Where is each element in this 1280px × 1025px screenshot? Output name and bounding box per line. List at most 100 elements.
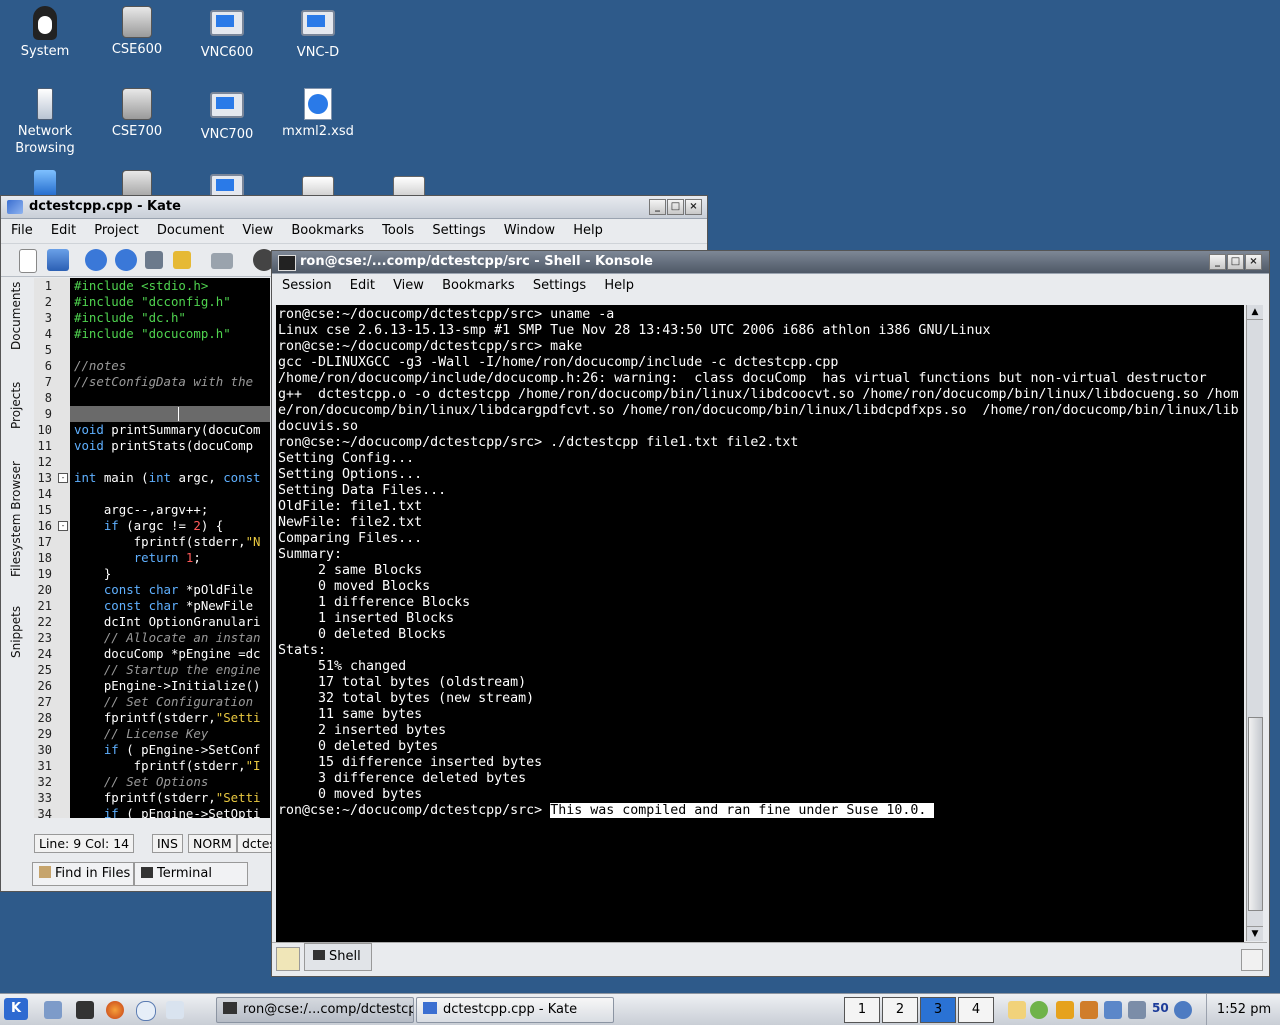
kate-titlebar[interactable]: dctestcpp.cpp - Kate _ □ × [1, 196, 707, 219]
terminal-line: 1 difference Blocks [278, 595, 471, 610]
desktop-icon-system[interactable]: System [0, 6, 90, 60]
new-file-icon[interactable] [19, 249, 37, 273]
minimize-button[interactable]: _ [1209, 254, 1226, 270]
code-line: if ( pEngine->SetOpti [103, 806, 261, 818]
menu-session[interactable]: Session [282, 278, 332, 293]
code-line: //notes [74, 358, 127, 373]
update-icon[interactable] [1174, 1001, 1192, 1019]
scroll-down-arrow-icon[interactable]: ▼ [1247, 926, 1263, 941]
konsole-titlebar[interactable]: ron@cse:/...comp/dctestcpp/src - Shell -… [272, 251, 1269, 274]
menu-help[interactable]: Help [604, 278, 634, 293]
menu-help[interactable]: Help [573, 223, 603, 238]
sidebar-tab-documents[interactable]: Documents [5, 281, 29, 351]
desktop-1-button[interactable]: 1 [844, 997, 880, 1023]
menu-bookmarks[interactable]: Bookmarks [291, 223, 364, 238]
help-icon[interactable] [136, 1001, 156, 1021]
line-number: 25 [37, 663, 52, 677]
tab-find-in-files[interactable]: Find in Files [32, 862, 134, 886]
mail-icon[interactable] [166, 1001, 184, 1019]
menu-view[interactable]: View [393, 278, 424, 293]
line-number: 18 [37, 551, 52, 565]
line-number: 24 [37, 647, 52, 661]
tab-shell[interactable]: Shell [304, 943, 372, 971]
line-number: 4 [44, 327, 52, 341]
korganizer-icon[interactable] [1008, 1001, 1026, 1019]
sidebar-tab-filesystem-browser[interactable]: Filesystem Browser [5, 459, 29, 579]
menu-document[interactable]: Document [157, 223, 224, 238]
hard-drive-icon [122, 6, 152, 38]
tray-number[interactable]: 50 [1152, 1001, 1169, 1015]
scroll-thumb[interactable] [1248, 717, 1263, 911]
save-icon[interactable] [145, 251, 163, 269]
find-icon [39, 866, 51, 878]
new-session-button[interactable] [276, 947, 300, 971]
line-number: 34 [37, 807, 52, 821]
terminal-output[interactable]: ron@cse:~/docucomp/dctestcpp/src> uname … [276, 305, 1244, 943]
desktop-4-button[interactable]: 4 [958, 997, 994, 1023]
sidebar-tab-projects[interactable]: Projects [5, 375, 29, 435]
code-line: #include <stdio.h> [74, 278, 209, 293]
save-as-icon[interactable] [173, 251, 191, 269]
forward-arrow-icon[interactable] [115, 249, 137, 271]
menu-window[interactable]: Window [504, 223, 555, 238]
terminal-line: Summary: [278, 547, 343, 562]
fold-toggle-icon[interactable]: - [58, 521, 68, 531]
open-folder-icon[interactable] [47, 249, 69, 271]
menu-file[interactable]: File [11, 223, 33, 238]
sidebar-tab-snippets[interactable]: Snippets [5, 601, 29, 663]
desktop-icon-cse600[interactable]: CSE600 [92, 6, 182, 58]
menu-edit[interactable]: Edit [350, 278, 375, 293]
maximize-button[interactable]: □ [1227, 254, 1244, 270]
code-editor[interactable]: #include <stdio.h> #include "dcconfig.h" #… [70, 278, 270, 818]
firefox-icon[interactable] [106, 1001, 124, 1019]
clock[interactable]: 1:52 pm [1206, 994, 1280, 1025]
menu-view[interactable]: View [242, 223, 273, 238]
task-konsole[interactable]: ron@cse:/...comp/dctestcpp [216, 997, 414, 1023]
line-number: 27 [37, 695, 52, 709]
desktop-3-button[interactable]: 3 [920, 997, 956, 1023]
selected-text[interactable]: This was compiled and ran fine under Sus… [550, 803, 935, 818]
close-session-button[interactable] [1241, 949, 1263, 971]
desktop-icon-vnc600[interactable]: VNC600 [182, 6, 272, 61]
package-icon[interactable] [1080, 1001, 1098, 1019]
close-button[interactable]: × [1245, 254, 1262, 270]
menu-settings[interactable]: Settings [533, 278, 586, 293]
close-button[interactable]: × [685, 199, 702, 215]
desktop-icon-vnc-d[interactable]: VNC-D [273, 6, 363, 61]
menu-bookmarks[interactable]: Bookmarks [442, 278, 515, 293]
volume-icon[interactable] [1128, 1001, 1146, 1019]
tab-terminal[interactable]: Terminal [134, 862, 248, 886]
k-menu-icon[interactable]: K [4, 998, 28, 1020]
terminal-prompt-line: ron@cse:~/docucomp/dctestcpp/src> This w… [276, 803, 1244, 819]
maximize-button[interactable]: □ [667, 199, 684, 215]
network-settings-icon[interactable] [44, 1001, 62, 1019]
scroll-up-arrow-icon[interactable]: ▲ [1247, 305, 1263, 320]
menu-tools[interactable]: Tools [382, 223, 414, 238]
menu-edit[interactable]: Edit [51, 223, 76, 238]
desktop-2-button[interactable]: 2 [882, 997, 918, 1023]
terminal-launcher-icon[interactable] [76, 1001, 94, 1019]
line-number: 1 [44, 279, 52, 293]
minimize-button[interactable]: _ [649, 199, 666, 215]
code-line: dcInt OptionGranulari [74, 614, 261, 629]
terminal-scrollbar[interactable]: ▲ ▼ [1246, 305, 1263, 941]
menu-settings[interactable]: Settings [432, 223, 485, 238]
network-icon[interactable] [1104, 1001, 1122, 1019]
task-kate[interactable]: dctestcpp.cpp - Kate [416, 997, 614, 1023]
xsd-file-icon [304, 88, 332, 120]
back-arrow-icon[interactable] [85, 249, 107, 271]
desktop-icon-network-browsing[interactable]: Network Browsing [0, 88, 90, 157]
line-number-gutter: 1 2 3 4 5 6 7 8 9 10 11 12 13-14 15 16-17 18 19 20 21 22 23 2… [34, 278, 71, 821]
menu-project[interactable]: Project [94, 223, 138, 238]
line-number: 20 [37, 583, 52, 597]
terminal-line: NewFile: file2.txt [278, 515, 423, 530]
desktop-icon-cse700[interactable]: CSE700 [92, 88, 182, 140]
print-icon[interactable] [211, 253, 233, 269]
desktop-icon-vnc700[interactable]: VNC700 [182, 88, 272, 143]
klipper-icon[interactable] [1030, 1001, 1048, 1019]
desktop-icon-mxml2-xsd[interactable]: mxml2.xsd [273, 88, 363, 140]
power-icon[interactable] [1056, 1001, 1074, 1019]
fold-toggle-icon[interactable]: - [58, 473, 68, 483]
